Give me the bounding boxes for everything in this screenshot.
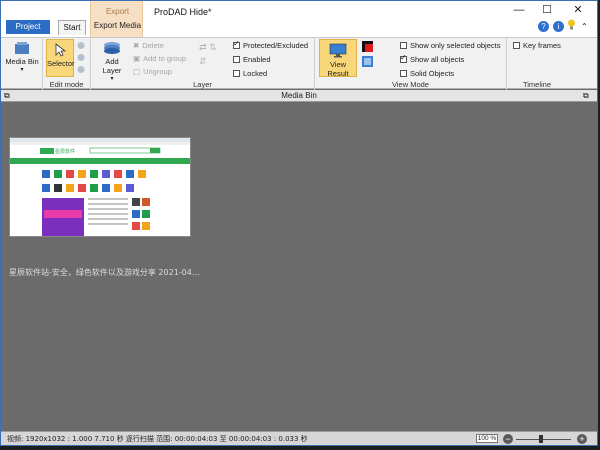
group-media-bin: Media Bin ▾: [1, 38, 43, 90]
locked-toggle[interactable]: Locked: [233, 69, 267, 78]
ribbon: Media Bin ▾ Selector Edit mode Add Layer…: [1, 37, 597, 90]
solid-objects-checkbox[interactable]: [400, 70, 407, 77]
solid-objects-toggle[interactable]: Solid Objects: [400, 69, 454, 78]
media-bin-icon: [14, 41, 30, 55]
view-mode-group-label: View Mode: [392, 80, 429, 89]
tab-start[interactable]: Start: [58, 20, 86, 35]
zoom-slider-handle[interactable]: [539, 435, 543, 443]
group-layer: Add Layer ▾ ✖ Delete ▣ Add to group ▢ Un…: [91, 38, 315, 90]
key-frames-toggle[interactable]: Key frames: [513, 41, 561, 50]
group-edit-mode: Selector Edit mode: [43, 38, 91, 90]
layers-stack-icon: [103, 41, 121, 55]
delete-label: Delete: [142, 41, 164, 50]
show-only-selected-checkbox[interactable]: [400, 42, 407, 49]
enabled-checkbox[interactable]: [233, 56, 240, 63]
edit-tool-icon-3[interactable]: [76, 65, 86, 76]
export-group-label: Export: [105, 7, 130, 16]
media-bin-button[interactable]: Media Bin ▾: [4, 41, 40, 73]
zoom-out-icon[interactable]: −: [503, 434, 513, 444]
info-icon[interactable]: i: [553, 21, 564, 32]
edit-tool-icon-1[interactable]: [76, 41, 86, 52]
delete-icon: ✖: [133, 41, 140, 50]
solid-objects-label: Solid Objects: [410, 69, 455, 78]
protected-excluded-checkbox[interactable]: [233, 39, 240, 49]
zoom-slider-track[interactable]: [516, 439, 571, 440]
show-all-toggle[interactable]: Show all objects: [400, 53, 465, 64]
ribbon-collapse-icon[interactable]: ⌃: [581, 22, 588, 31]
color-swatch-icon[interactable]: [362, 41, 373, 54]
media-bin-header: ⧉ Media Bin ⧉: [1, 90, 597, 102]
tab-export-media[interactable]: Export Media: [91, 21, 144, 30]
close-button[interactable]: ✕: [569, 3, 587, 17]
overlay-mode-icon[interactable]: [362, 56, 373, 69]
selector-button[interactable]: Selector: [46, 39, 75, 77]
ungroup-button[interactable]: ▢ Ungroup: [133, 67, 172, 76]
minimize-button[interactable]: —: [510, 3, 528, 17]
show-all-checkbox[interactable]: [400, 53, 407, 63]
tab-project[interactable]: Project: [6, 20, 50, 34]
key-frames-checkbox[interactable]: [513, 42, 520, 49]
media-thumbnail[interactable]: 星辰软件: [9, 137, 191, 237]
locked-checkbox[interactable]: [233, 70, 240, 77]
media-item-caption: 星辰软件站-安全，绿色软件以及游戏分享 2021-04...: [9, 268, 200, 277]
maximize-button[interactable]: ☐: [538, 3, 556, 17]
webpage-screenshot-thumbnail: 星辰软件: [10, 138, 190, 236]
view-result-button[interactable]: View Result: [319, 39, 357, 78]
title-bar: Project Start Export Export Media ProDAD…: [1, 1, 597, 37]
selector-label: Selector: [47, 59, 75, 68]
media-bin-label: Media Bin: [5, 57, 39, 66]
show-all-label: Show all objects: [410, 55, 465, 64]
help-icon[interactable]: ?: [538, 21, 549, 32]
layer-move-icons[interactable]: ⇄ ⇅: [199, 42, 217, 53]
media-bin-panel: 星辰软件 星辰软件站-安全，绿色软件以及游戏分享 2021-04...: [1, 103, 597, 430]
zoom-level[interactable]: 100 %: [476, 434, 498, 443]
enabled-toggle[interactable]: Enabled: [233, 55, 271, 64]
layer-order-icon[interactable]: ⇵: [199, 56, 207, 67]
add-layer-button[interactable]: Add Layer ▾: [95, 41, 129, 82]
delete-button[interactable]: ✖ Delete: [133, 41, 164, 50]
media-bin-title: Media Bin: [281, 91, 317, 100]
lightbulb-icon[interactable]: [567, 19, 576, 31]
protected-excluded-label: Protected/Excluded: [243, 41, 309, 50]
app-window: Project Start Export Export Media ProDAD…: [0, 0, 598, 446]
timeline-group-label: Timeline: [522, 80, 552, 89]
protected-excluded-toggle[interactable]: Protected/Excluded: [233, 39, 309, 50]
group-icon: ▣: [133, 54, 141, 63]
cursor-arrow-icon: [54, 43, 67, 57]
zoom-in-icon[interactable]: +: [577, 434, 587, 444]
layer-group-label: Layer: [193, 80, 212, 89]
show-only-selected-label: Show only selected objects: [410, 41, 501, 50]
add-to-group-button[interactable]: ▣ Add to group: [133, 54, 186, 63]
ungroup-label: Ungroup: [143, 67, 172, 76]
group-view-mode: View Result Show only selected objects S…: [315, 38, 507, 90]
status-bar: 视频: 1920x1032 : 1.000 7.710 秒 逐行扫描 范围: 0…: [1, 431, 597, 445]
add-to-group-label: Add to group: [143, 54, 187, 63]
status-text: 视频: 1920x1032 : 1.000 7.710 秒 逐行扫描 范围: 0…: [7, 435, 308, 443]
key-frames-label: Key frames: [523, 41, 561, 50]
window-title: ProDAD Hide*: [154, 7, 212, 17]
show-only-selected-toggle[interactable]: Show only selected objects: [400, 41, 500, 50]
view-result-label: View Result: [327, 60, 349, 78]
edit-mode-group-label: Edit mode: [49, 80, 84, 89]
ungroup-icon: ▢: [133, 67, 141, 76]
locked-label: Locked: [243, 69, 268, 78]
add-layer-label: Add Layer: [102, 57, 122, 75]
thumb-site-name: 星辰软件: [55, 148, 75, 155]
export-context-group: Export Export Media: [90, 1, 143, 37]
enabled-label: Enabled: [243, 55, 271, 64]
monitor-icon: [329, 43, 347, 58]
maximize-panel-icon[interactable]: ⧉: [583, 91, 589, 101]
group-timeline: Key frames Timeline: [507, 38, 567, 90]
edit-tool-icon-2[interactable]: [76, 53, 86, 64]
